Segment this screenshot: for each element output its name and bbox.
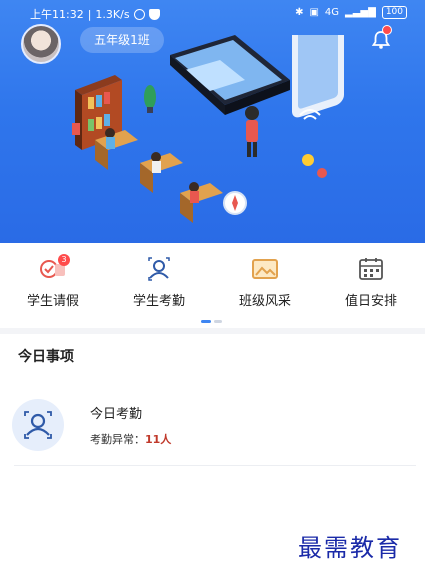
- menu-item-class-gallery[interactable]: 班级风采: [212, 252, 318, 312]
- abnormal-count: 11人: [145, 433, 172, 446]
- watermark: 最需教育: [298, 534, 402, 562]
- bluetooth-icon: ✱: [295, 7, 304, 18]
- attendance-icon: [144, 256, 174, 282]
- menu-item-duty[interactable]: 值日安排: [318, 252, 424, 312]
- status-speed: 1.3K/s: [95, 7, 130, 21]
- task-separator: [14, 465, 416, 466]
- task-title: 今日考勤: [90, 407, 143, 422]
- status-left: 上午11:32 | 1.3K/s: [30, 6, 160, 22]
- leave-badge: 3: [58, 254, 70, 266]
- menu-item-label: 学生考勤: [132, 294, 185, 309]
- menu-item-label: 班级风采: [238, 294, 291, 309]
- task-card-attendance[interactable]: 今日考勤 考勤异常：11人: [10, 395, 416, 466]
- battery-icon: 100: [381, 6, 407, 19]
- section-title: 今日事项: [18, 349, 74, 365]
- function-menu: 3 学生请假 学生考勤 班级风采 值日安排: [0, 252, 425, 312]
- phone-graphic: [170, 35, 290, 115]
- task-description: 考勤异常：11人: [90, 431, 171, 447]
- status-time: 上午11:32: [30, 8, 84, 21]
- signal-icon: ▂▃▅▇: [345, 7, 376, 18]
- hero-banner[interactable]: 上午11:32 | 1.3K/s ✱ ▣ 4G ▂▃▅▇ 100 五年级1班: [0, 0, 425, 243]
- status-right: ✱ ▣ 4G ▂▃▅▇ 100: [295, 6, 407, 19]
- desks-graphic: [95, 128, 223, 223]
- leave-request-icon: 3: [38, 254, 70, 282]
- page-dot-active: [201, 320, 211, 323]
- classroom-illustration: [72, 35, 344, 223]
- section-divider: [0, 328, 425, 334]
- network-label: 4G: [324, 7, 340, 18]
- task-desc-label: 考勤异常：: [90, 433, 145, 446]
- class-gallery-icon: [250, 256, 280, 282]
- menu-item-label: 学生请假: [26, 294, 79, 309]
- duty-calendar-icon: [356, 256, 386, 282]
- page-indicator: [201, 320, 222, 323]
- menu-item-label: 值日安排: [344, 294, 397, 309]
- status-bar: 上午11:32 | 1.3K/s ✱ ▣ 4G ▂▃▅▇ 100: [0, 4, 425, 24]
- attendance-face-icon: [12, 399, 64, 451]
- notification-dot: [382, 25, 392, 35]
- page-dot: [214, 320, 222, 323]
- menu-item-leave[interactable]: 3 学生请假: [0, 252, 106, 312]
- second-phone-graphic: [292, 35, 344, 178]
- avatar[interactable]: [21, 24, 61, 64]
- hd-icon: ▣: [309, 7, 319, 18]
- menu-item-attendance[interactable]: 学生考勤: [106, 252, 212, 312]
- shield-icon: [148, 8, 160, 20]
- alarm-icon: [133, 8, 145, 20]
